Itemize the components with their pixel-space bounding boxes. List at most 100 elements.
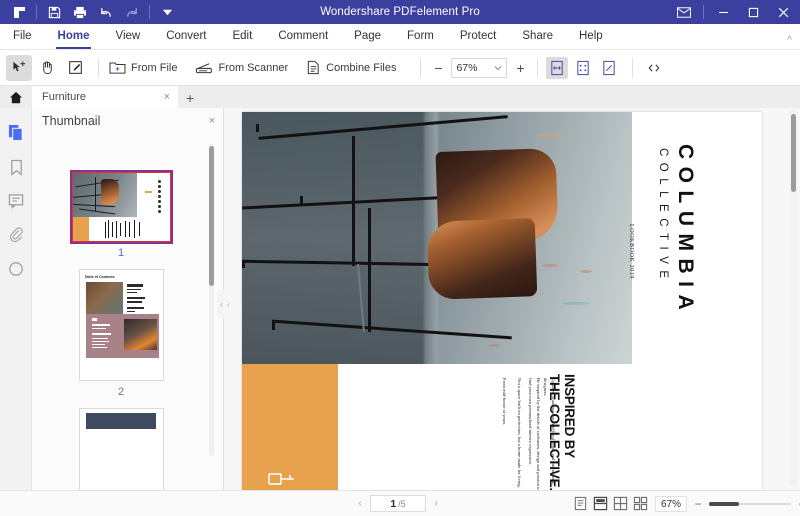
menu-item-page[interactable]: Page <box>341 24 394 49</box>
thumb2-photo-2 <box>123 319 157 350</box>
status-zoom-value[interactable]: 67% <box>655 495 687 512</box>
bookmark-panel-icon[interactable] <box>0 150 32 184</box>
search-panel-icon[interactable] <box>0 252 32 286</box>
thumbnail-item-1[interactable]: 1 <box>32 170 210 259</box>
attachment-panel-icon[interactable] <box>0 218 32 252</box>
menu-item-help[interactable]: Help <box>566 24 616 49</box>
view-mode-single-icon[interactable] <box>573 496 588 511</box>
page-navigation: ‹ 1 /5 › <box>352 495 444 512</box>
cover-brand-subtitle: COLLECTIVE <box>657 148 669 285</box>
mail-icon[interactable] <box>669 0 699 24</box>
toolbar-overflow-button[interactable] <box>641 55 667 81</box>
thumbnail-scrollbar-thumb[interactable] <box>209 146 214 286</box>
zoom-slider-handle[interactable] <box>709 501 739 506</box>
redo-icon[interactable] <box>119 0 145 24</box>
menu-item-protect[interactable]: Protect <box>447 24 509 49</box>
window-controls-divider <box>703 5 704 19</box>
document-tab-label: Furniture <box>42 91 87 103</box>
hand-tool-button[interactable] <box>34 55 60 81</box>
page-number-input[interactable]: 1 /5 <box>370 495 426 512</box>
viewer-collapse-button[interactable]: ‹ <box>224 290 233 318</box>
document-tab-furniture[interactable]: Furniture × <box>32 86 178 108</box>
thumb2-title: Table of Contents <box>84 275 115 279</box>
close-icon[interactable]: × <box>209 115 215 127</box>
zoom-out-button[interactable]: − <box>429 59 447 77</box>
view-mode-two-page-icon[interactable] <box>613 496 628 511</box>
chevron-down-icon[interactable] <box>494 62 502 74</box>
document-viewer[interactable]: INSPIRED BY THE COLLECTIVE. Updates. Sca… <box>224 108 800 490</box>
maximize-button[interactable] <box>738 0 768 24</box>
thumb3-content <box>79 409 163 490</box>
toolbar-separator-4 <box>632 57 634 78</box>
menu-item-edit[interactable]: Edit <box>219 24 265 49</box>
previous-page-button[interactable]: ‹ <box>352 498 368 509</box>
view-single-page-button[interactable] <box>546 56 569 79</box>
new-tab-button[interactable]: + <box>178 88 202 108</box>
title-bar: Wondershare PDFelement Pro <box>0 0 800 24</box>
total-pages-value: /5 <box>398 498 406 509</box>
panel-rail <box>0 108 32 490</box>
thumbnail-item-2[interactable]: Table of Contents 2 <box>32 269 210 398</box>
thumbnail-list[interactable]: 1 Table of Contents 2 <box>32 134 224 490</box>
thumbnail-image-2[interactable]: Table of Contents <box>78 269 164 381</box>
thumb3-navy-block <box>85 413 156 429</box>
zoom-slider-group: 67% − + <box>655 495 800 512</box>
application-window: Wondershare PDFelement Pro File Home Vie… <box>0 0 800 516</box>
thumbnail-page-number: 2 <box>117 386 125 398</box>
select-tool-button[interactable] <box>6 54 32 81</box>
view-mode-continuous-icon[interactable] <box>593 496 608 511</box>
menu-item-view[interactable]: View <box>102 24 153 49</box>
menu-item-share[interactable]: Share <box>509 24 566 49</box>
zoom-in-button[interactable]: + <box>511 59 529 77</box>
minimize-button[interactable] <box>708 0 738 24</box>
thumbnail-image-1[interactable] <box>69 170 173 244</box>
thumbnail-panel-header: Thumbnail × <box>32 108 223 134</box>
save-icon[interactable] <box>41 0 67 24</box>
zoom-level-input[interactable]: 67% <box>451 57 508 78</box>
view-mode-group <box>573 496 648 511</box>
view-fit-width-button[interactable] <box>598 57 620 79</box>
customize-quick-access-icon[interactable] <box>154 0 180 24</box>
toolbar-separator-1 <box>98 57 99 78</box>
app-logo-icon[interactable] <box>6 0 32 24</box>
viewer-scrollbar-thumb[interactable] <box>791 114 796 192</box>
from-file-button[interactable]: From File <box>107 55 179 81</box>
view-fit-page-button[interactable] <box>572 57 594 79</box>
print-icon[interactable] <box>67 0 93 24</box>
combine-files-button[interactable]: Combine Files <box>304 55 398 81</box>
thumbnail-item-3[interactable]: 3 <box>32 408 210 490</box>
ribbon-collapse-icon[interactable]: ^ <box>787 35 792 46</box>
menu-item-form[interactable]: Form <box>394 24 447 49</box>
edit-tool-button[interactable] <box>62 55 88 81</box>
thumbnail-scrollbar[interactable] <box>209 144 214 456</box>
cover-photo <box>242 112 632 364</box>
chair-back <box>426 218 538 300</box>
toolbar-separator-3 <box>537 57 539 78</box>
status-zoom-out-button[interactable]: − <box>693 497 703 511</box>
cover-body-column-2: Be inspired by the details of craftsmen,… <box>528 378 541 490</box>
next-page-button[interactable]: › <box>428 498 444 509</box>
cover-accent-block <box>242 364 338 490</box>
from-scanner-button[interactable]: From Scanner <box>193 55 290 81</box>
cover-body-column-3: Not a space built on perfection, but a h… <box>517 378 522 488</box>
close-icon[interactable]: × <box>164 91 170 103</box>
close-button[interactable] <box>768 0 798 24</box>
view-mode-grid-icon[interactable] <box>633 496 648 511</box>
thumbnail-image-3[interactable] <box>78 408 164 490</box>
menu-item-home[interactable]: Home <box>45 24 103 49</box>
zoom-slider-track[interactable] <box>709 501 791 506</box>
thumbnail-panel-icon[interactable] <box>0 116 32 150</box>
menu-item-comment[interactable]: Comment <box>265 24 341 49</box>
viewer-vertical-scrollbar[interactable] <box>790 110 797 486</box>
thumbnail-page-number: 1 <box>117 247 125 259</box>
thumb1-orange-block <box>72 217 89 241</box>
toolbar-divider-2 <box>149 5 150 19</box>
menu-item-convert[interactable]: Convert <box>153 24 219 49</box>
cover-headline-line1: INSPIRED BY <box>562 374 577 459</box>
home-tab-button[interactable] <box>0 86 32 108</box>
comment-panel-icon[interactable] <box>0 184 32 218</box>
undo-icon[interactable] <box>93 0 119 24</box>
zoom-control-group: − 67% + <box>429 57 529 78</box>
ribbon-toolbar: From File From Scanner Combine Files − 6… <box>0 50 800 86</box>
menu-item-file[interactable]: File <box>0 24 45 49</box>
